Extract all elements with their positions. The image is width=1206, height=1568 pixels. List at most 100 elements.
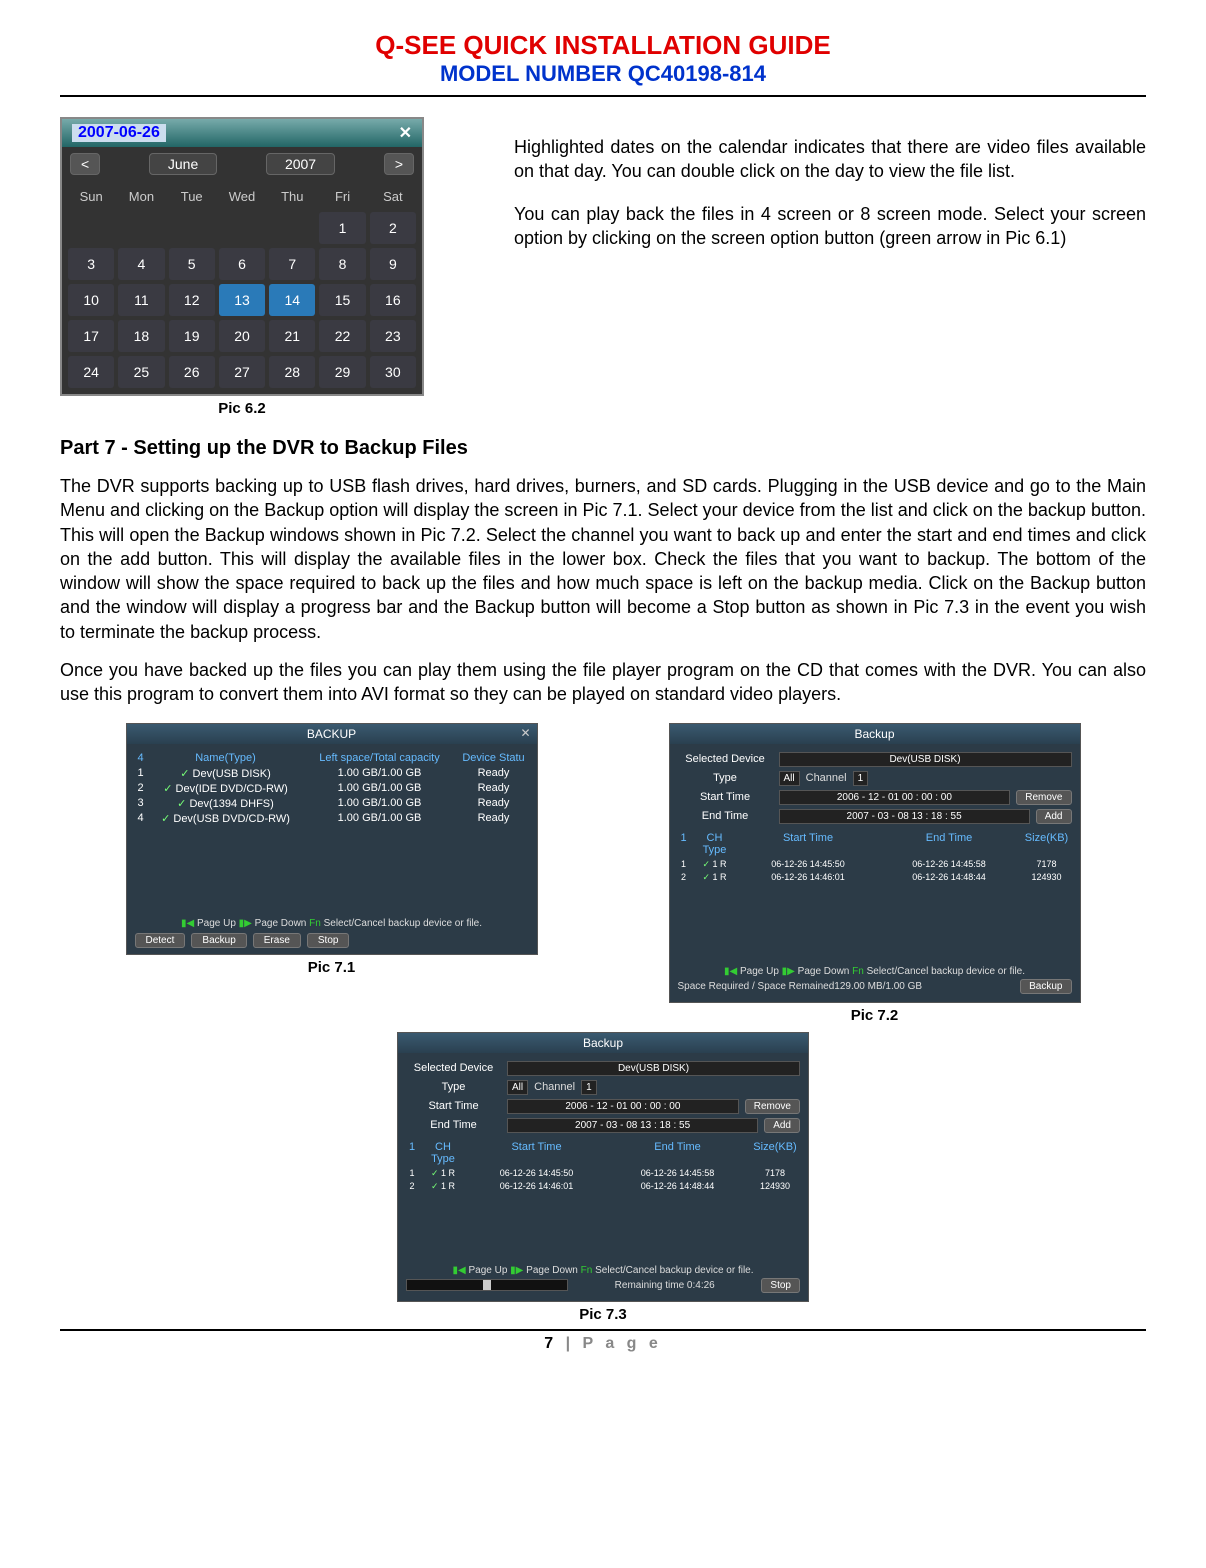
selected-device-label: Selected Device: [406, 1062, 501, 1074]
calendar-cell[interactable]: 14: [269, 284, 315, 316]
file-row[interactable]: 11 R06-12-26 14:45:5006-12-26 14:45:5871…: [678, 858, 1072, 871]
end-time-label: End Time: [406, 1119, 501, 1131]
calendar-cell[interactable]: 23: [370, 320, 416, 352]
calendar-cell[interactable]: 3: [68, 248, 114, 280]
selected-device-select[interactable]: Dev(USB DISK): [779, 752, 1072, 767]
device-row[interactable]: 2Dev(IDE DVD/CD-RW)1.00 GB/1.00 GBReady: [135, 781, 529, 796]
calendar-cell[interactable]: 29: [319, 356, 365, 388]
part-7-para-2: Once you have backed up the files you ca…: [60, 658, 1146, 707]
col-end: End Time: [609, 1141, 746, 1165]
calendar-day-head: Mon: [118, 187, 164, 206]
calendar-cell[interactable]: 28: [269, 356, 315, 388]
pic-7-3-label: Pic 7.3: [397, 1306, 809, 1323]
calendar-date-title: 2007-06-26: [72, 124, 166, 142]
header-title: Q-SEE QUICK INSTALLATION GUIDE: [60, 30, 1146, 61]
selected-device-select[interactable]: Dev(USB DISK): [507, 1061, 800, 1076]
selected-device-label: Selected Device: [678, 753, 773, 765]
calendar-cell: [169, 212, 215, 244]
device-row[interactable]: 1Dev(USB DISK)1.00 GB/1.00 GBReady: [135, 766, 529, 781]
window-title: BACKUP: [307, 727, 356, 741]
select-cancel-hint: Select/Cancel backup device or file.: [595, 1265, 753, 1276]
calendar-cell[interactable]: 26: [169, 356, 215, 388]
month-select[interactable]: June: [149, 153, 217, 175]
file-row[interactable]: 11 R06-12-26 14:45:5006-12-26 14:45:5871…: [406, 1167, 800, 1180]
file-row[interactable]: 21 R06-12-26 14:46:0106-12-26 14:48:4412…: [406, 1180, 800, 1193]
detect-button[interactable]: Detect: [135, 933, 186, 948]
remove-button[interactable]: Remove: [1016, 790, 1071, 805]
page-down-label: Page Down: [526, 1265, 578, 1276]
backup-button[interactable]: Backup: [1020, 979, 1071, 994]
calendar-cell[interactable]: 16: [370, 284, 416, 316]
calendar-cell[interactable]: 9: [370, 248, 416, 280]
type-label: Type: [678, 772, 773, 784]
calendar-cell[interactable]: 15: [319, 284, 365, 316]
add-button[interactable]: Add: [764, 1118, 800, 1133]
end-time-input[interactable]: 2007 - 03 - 08 13 : 18 : 55: [779, 809, 1030, 824]
calendar-cell[interactable]: 7: [269, 248, 315, 280]
calendar-cell[interactable]: 27: [219, 356, 265, 388]
start-time-label: Start Time: [406, 1100, 501, 1112]
col-chtype: CH Type: [422, 1141, 464, 1165]
calendar-cell[interactable]: 25: [118, 356, 164, 388]
select-cancel-hint: Select/Cancel backup device or file.: [324, 918, 482, 929]
device-row[interactable]: 4Dev(USB DVD/CD-RW)1.00 GB/1.00 GBReady: [135, 811, 529, 826]
calendar-cell[interactable]: 5: [169, 248, 215, 280]
channel-select[interactable]: 1: [581, 1080, 597, 1095]
type-select[interactable]: All: [779, 771, 800, 786]
channel-select[interactable]: 1: [853, 771, 869, 786]
device-row[interactable]: 3Dev(1394 DHFS)1.00 GB/1.00 GBReady: [135, 796, 529, 811]
start-time-input[interactable]: 2006 - 12 - 01 00 : 00 : 00: [507, 1099, 739, 1114]
erase-button[interactable]: Erase: [253, 933, 301, 948]
calendar-cell[interactable]: 24: [68, 356, 114, 388]
remaining-time: Remaining time 0:4:26: [615, 1280, 715, 1291]
file-row[interactable]: 21 R06-12-26 14:46:0106-12-26 14:48:4412…: [678, 871, 1072, 884]
header-subtitle: MODEL NUMBER QC40198-814: [60, 61, 1146, 87]
next-month-button[interactable]: >: [384, 153, 414, 175]
year-select[interactable]: 2007: [266, 153, 335, 175]
calendar-day-head: Sat: [370, 187, 416, 206]
col-end: End Time: [881, 832, 1018, 856]
select-cancel-hint: Select/Cancel backup device or file.: [867, 966, 1025, 977]
calendar-cell[interactable]: 30: [370, 356, 416, 388]
calendar-cell[interactable]: 19: [169, 320, 215, 352]
start-time-input[interactable]: 2006 - 12 - 01 00 : 00 : 00: [779, 790, 1011, 805]
page-up-hint: ▮◀: [181, 918, 197, 929]
calendar-cell[interactable]: 12: [169, 284, 215, 316]
calendar-cell[interactable]: 22: [319, 320, 365, 352]
pic-6-2-label: Pic 6.2: [60, 400, 424, 417]
calendar-cell[interactable]: 10: [68, 284, 114, 316]
calendar-cell[interactable]: 2: [370, 212, 416, 244]
prev-month-button[interactable]: <: [70, 153, 100, 175]
stop-button[interactable]: Stop: [761, 1278, 800, 1293]
part-7-title: Part 7 - Setting up the DVR to Backup Fi…: [60, 437, 1146, 460]
calendar-cell[interactable]: 21: [269, 320, 315, 352]
close-icon[interactable]: ✕: [520, 726, 530, 740]
pic-7-2-label: Pic 7.2: [669, 1007, 1081, 1024]
page-down-label: Page Down: [255, 918, 307, 929]
calendar-cell[interactable]: 13: [219, 284, 265, 316]
close-icon[interactable]: ✕: [399, 123, 412, 143]
col-status: Device Statu: [459, 752, 529, 764]
calendar-cell[interactable]: 8: [319, 248, 365, 280]
calendar-cell[interactable]: 17: [68, 320, 114, 352]
backup-button[interactable]: Backup: [191, 933, 246, 948]
calendar-instruction-1: Highlighted dates on the calendar indica…: [514, 135, 1146, 184]
calendar-cell[interactable]: 20: [219, 320, 265, 352]
col-name: Name(Type): [151, 752, 301, 764]
stop-button[interactable]: Stop: [307, 933, 350, 948]
progress-bar: [406, 1279, 568, 1291]
calendar-cell[interactable]: 4: [118, 248, 164, 280]
remove-button[interactable]: Remove: [745, 1099, 800, 1114]
col-start: Start Time: [740, 832, 877, 856]
col-space: Left space/Total capacity: [305, 752, 455, 764]
calendar-cell[interactable]: 11: [118, 284, 164, 316]
calendar-cell[interactable]: 6: [219, 248, 265, 280]
calendar-cell: [118, 212, 164, 244]
end-time-label: End Time: [678, 810, 773, 822]
backup-device-window: BACKUP✕ 4 Name(Type) Left space/Total ca…: [126, 723, 538, 955]
add-button[interactable]: Add: [1036, 809, 1072, 824]
calendar-cell[interactable]: 18: [118, 320, 164, 352]
type-select[interactable]: All: [507, 1080, 528, 1095]
calendar-cell[interactable]: 1: [319, 212, 365, 244]
end-time-input[interactable]: 2007 - 03 - 08 13 : 18 : 55: [507, 1118, 758, 1133]
